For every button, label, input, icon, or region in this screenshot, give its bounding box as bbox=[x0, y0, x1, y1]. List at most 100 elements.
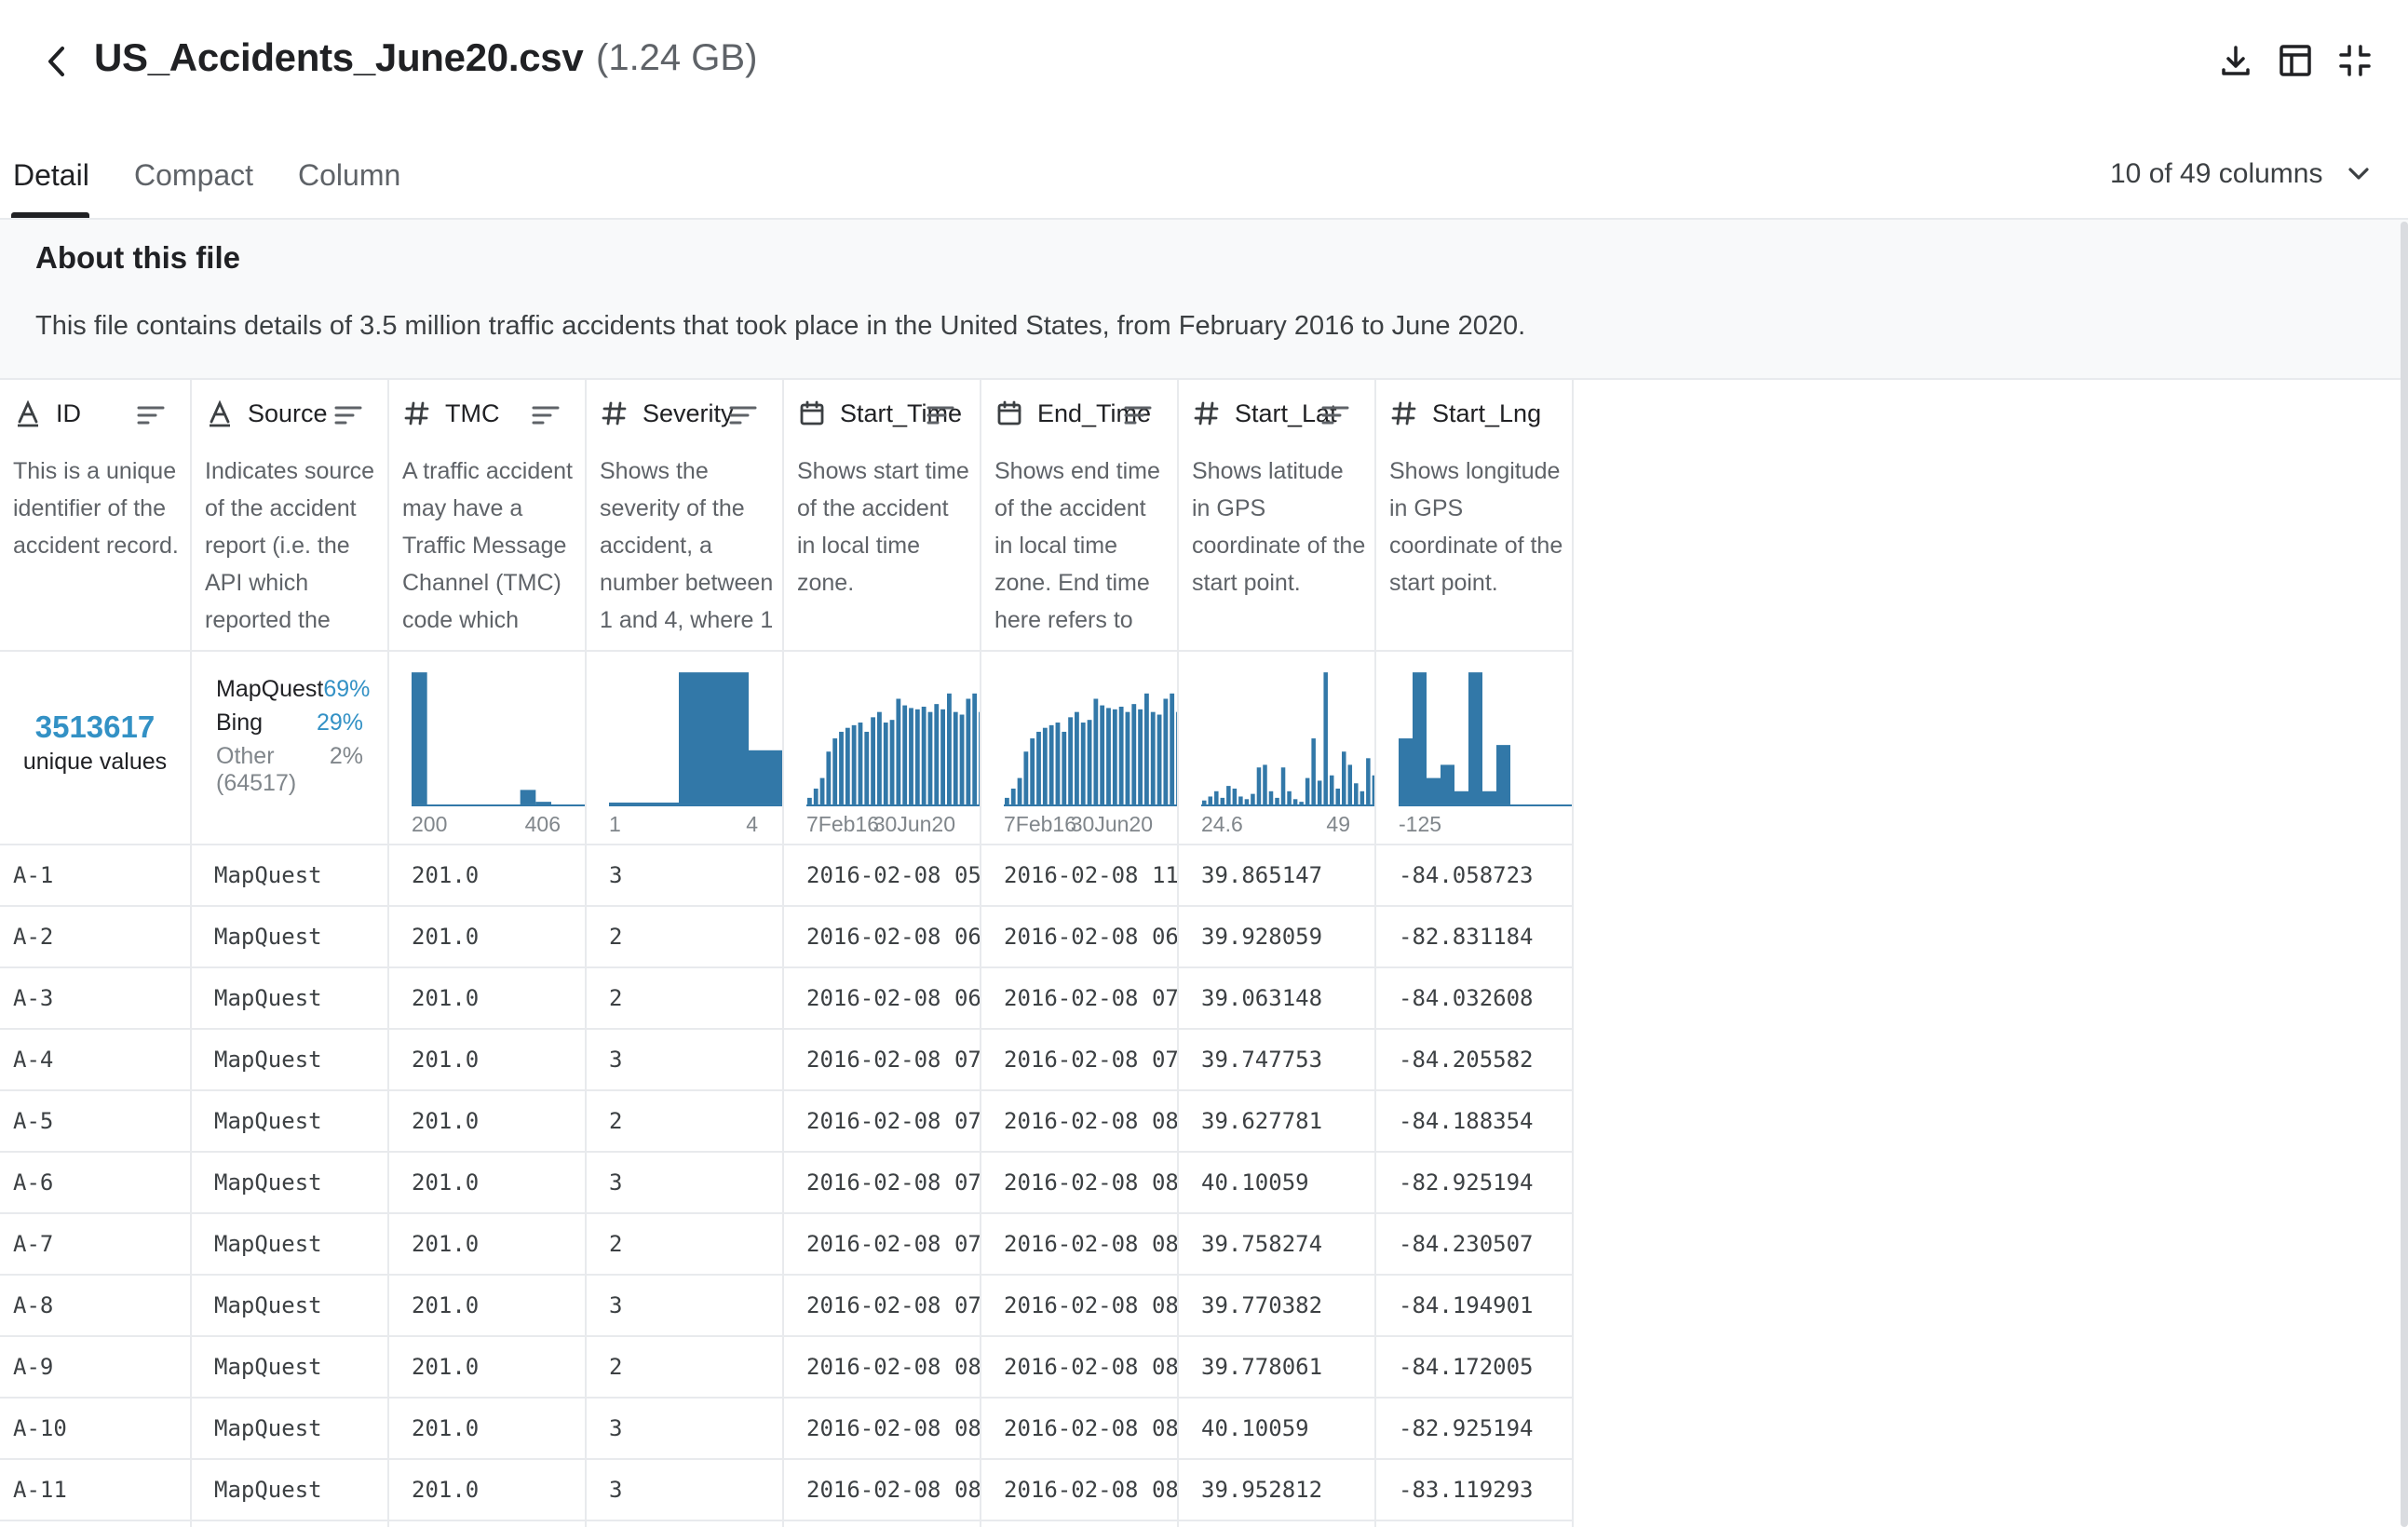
sort-icon[interactable] bbox=[728, 400, 758, 430]
column-title[interactable]: Start_Lng bbox=[1389, 399, 1541, 428]
table-cell[interactable]: -84.205582 bbox=[1376, 1030, 1572, 1091]
table-cell[interactable]: 39.627781 bbox=[1179, 1091, 1374, 1153]
table-cell[interactable]: 2016-02-08 06:37:59 bbox=[981, 907, 1177, 968]
table-cell[interactable]: -82.831184 bbox=[1376, 907, 1572, 968]
table-cell[interactable]: 2016-02-08 07:59:58 bbox=[784, 1276, 980, 1337]
table-cell[interactable]: MapQuest bbox=[192, 1399, 387, 1460]
table-cell[interactable]: 2 bbox=[587, 1337, 782, 1399]
column-title[interactable]: ID bbox=[13, 399, 81, 428]
histogram[interactable] bbox=[1201, 665, 1376, 806]
table-view-button[interactable] bbox=[2276, 41, 2315, 80]
sort-icon[interactable] bbox=[136, 400, 166, 430]
tab-column[interactable]: Column bbox=[298, 158, 400, 193]
table-cell[interactable]: -84.188354 bbox=[1376, 1091, 1572, 1153]
table-cell[interactable]: 39.865147 bbox=[1179, 845, 1374, 907]
table-cell[interactable]: -84.172005 bbox=[1376, 1337, 1572, 1399]
table-cell[interactable]: A-6 bbox=[0, 1153, 190, 1214]
table-cell[interactable]: 39.063148 bbox=[1179, 968, 1374, 1030]
table-cell[interactable]: 201.0 bbox=[389, 1030, 585, 1091]
table-cell[interactable]: 2016-02-08 08:00:40 bbox=[784, 1337, 980, 1399]
table-cell[interactable]: MapQuest bbox=[192, 1460, 387, 1521]
sort-icon[interactable] bbox=[926, 400, 955, 430]
table-cell[interactable]: 2016-02-08 08:10:04 bbox=[784, 1399, 980, 1460]
table-cell[interactable]: -82.925194 bbox=[1376, 1153, 1572, 1214]
table-cell[interactable]: 2 bbox=[587, 907, 782, 968]
table-cell[interactable]: 2016-02-08 08:30:40 bbox=[981, 1337, 1177, 1399]
table-cell[interactable]: MapQuest bbox=[192, 1276, 387, 1337]
table-cell[interactable]: 2016-02-08 07:39:07 bbox=[784, 1091, 980, 1153]
table-cell[interactable]: 2 bbox=[587, 1091, 782, 1153]
histogram[interactable] bbox=[609, 665, 784, 806]
table-cell[interactable]: 201.0 bbox=[389, 1460, 585, 1521]
table-cell[interactable]: MapQuest bbox=[192, 1091, 387, 1153]
table-cell[interactable]: 2016-02-08 06:07:59 bbox=[784, 907, 980, 968]
download-button[interactable] bbox=[2216, 41, 2255, 80]
table-cell[interactable]: 2016-02-08 05:46:00 bbox=[784, 845, 980, 907]
table-cell[interactable]: A-7 bbox=[0, 1214, 190, 1276]
table-cell[interactable]: MapQuest bbox=[192, 1153, 387, 1214]
table-cell[interactable]: A-11 bbox=[0, 1460, 190, 1521]
table-cell[interactable]: 201.0 bbox=[389, 1214, 585, 1276]
column-selector[interactable]: 10 of 49 columns bbox=[2110, 158, 2371, 190]
table-cell[interactable]: A-2 bbox=[0, 907, 190, 968]
table-cell[interactable]: 201.0 bbox=[389, 1091, 585, 1153]
table-cell[interactable]: MapQuest bbox=[192, 907, 387, 968]
table-cell[interactable]: 3 bbox=[587, 1460, 782, 1521]
table-cell[interactable]: MapQuest bbox=[192, 1214, 387, 1276]
table-cell[interactable]: 3 bbox=[587, 1399, 782, 1460]
table-cell[interactable]: 2016-02-08 07:53:34 bbox=[981, 1030, 1177, 1091]
column-title[interactable]: TMC bbox=[402, 399, 499, 428]
table-cell[interactable]: A-8 bbox=[0, 1276, 190, 1337]
table-cell[interactable]: 2016-02-08 07:19:27 bbox=[981, 968, 1177, 1030]
table-cell[interactable]: A-9 bbox=[0, 1337, 190, 1399]
histogram[interactable] bbox=[412, 665, 587, 806]
table-cell[interactable]: 39.778061 bbox=[1179, 1337, 1374, 1399]
histogram[interactable] bbox=[1399, 665, 1574, 806]
table-cell[interactable]: 40.10059 bbox=[1179, 1153, 1374, 1214]
table-cell[interactable]: 201.0 bbox=[389, 1153, 585, 1214]
table-cell[interactable]: -84.194901 bbox=[1376, 1276, 1572, 1337]
table-cell[interactable]: A-4 bbox=[0, 1030, 190, 1091]
table-cell[interactable]: A-3 bbox=[0, 968, 190, 1030]
table-cell[interactable]: 2016-02-08 08:29:58 bbox=[981, 1276, 1177, 1337]
tab-compact[interactable]: Compact bbox=[134, 158, 253, 193]
table-cell[interactable]: MapQuest bbox=[192, 1030, 387, 1091]
table-cell[interactable]: 3 bbox=[587, 1276, 782, 1337]
table-cell[interactable]: 201.0 bbox=[389, 968, 585, 1030]
sort-icon[interactable] bbox=[531, 400, 561, 430]
column-title[interactable]: Severity bbox=[600, 399, 734, 428]
table-cell[interactable]: 201.0 bbox=[389, 907, 585, 968]
table-cell[interactable]: 2 bbox=[587, 1214, 782, 1276]
table-cell[interactable]: 2016-02-08 08:14:26 bbox=[981, 1153, 1177, 1214]
table-cell[interactable]: 3 bbox=[587, 1030, 782, 1091]
table-cell[interactable]: 201.0 bbox=[389, 1276, 585, 1337]
collapse-button[interactable] bbox=[2335, 41, 2374, 80]
table-cell[interactable]: 3 bbox=[587, 845, 782, 907]
table-cell[interactable]: 2016-02-08 06:49:27 bbox=[784, 968, 980, 1030]
column-title[interactable]: Source bbox=[205, 399, 328, 428]
sort-icon[interactable] bbox=[333, 400, 363, 430]
table-cell[interactable]: -84.230507 bbox=[1376, 1214, 1572, 1276]
table-cell[interactable]: -83.119293 bbox=[1376, 1460, 1572, 1521]
table-cell[interactable]: 2016-02-08 11:00:00 bbox=[981, 845, 1177, 907]
table-cell[interactable]: 2016-02-08 08:14:42 bbox=[784, 1460, 980, 1521]
table-cell[interactable]: MapQuest bbox=[192, 968, 387, 1030]
table-cell[interactable]: 201.0 bbox=[389, 1337, 585, 1399]
tab-detail[interactable]: Detail bbox=[13, 158, 89, 193]
table-cell[interactable]: 201.0 bbox=[389, 1399, 585, 1460]
table-cell[interactable]: 2016-02-08 08:29:35 bbox=[981, 1214, 1177, 1276]
table-cell[interactable]: 39.770382 bbox=[1179, 1276, 1374, 1337]
table-cell[interactable]: 39.747753 bbox=[1179, 1030, 1374, 1091]
histogram[interactable] bbox=[806, 665, 981, 806]
table-cell[interactable]: 39.928059 bbox=[1179, 907, 1374, 968]
sort-icon[interactable] bbox=[1123, 400, 1153, 430]
table-cell[interactable]: 2016-02-08 08:40:04 bbox=[981, 1399, 1177, 1460]
table-cell[interactable]: A-10 bbox=[0, 1399, 190, 1460]
histogram[interactable] bbox=[1004, 665, 1179, 806]
sort-icon[interactable] bbox=[1320, 400, 1350, 430]
column-title[interactable]: Start_Lat bbox=[1192, 399, 1337, 428]
table-cell[interactable]: -84.058723 bbox=[1376, 845, 1572, 907]
table-cell[interactable]: -82.925194 bbox=[1376, 1399, 1572, 1460]
table-cell[interactable]: 201.0 bbox=[389, 845, 585, 907]
table-cell[interactable]: 2016-02-08 07:59:35 bbox=[784, 1214, 980, 1276]
